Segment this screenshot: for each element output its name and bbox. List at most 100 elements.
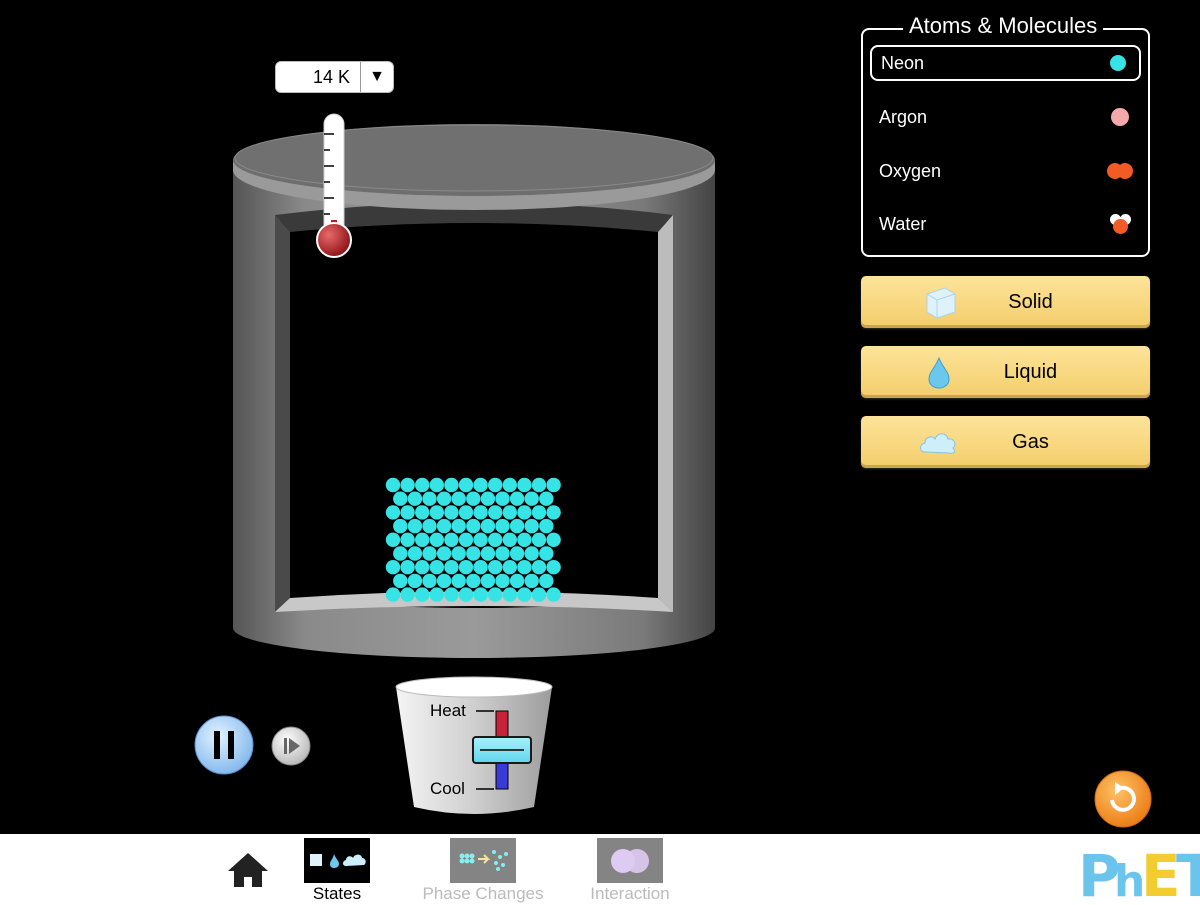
neon-particle [436,573,452,589]
neon-particle [480,573,496,589]
neon-particle [495,518,510,534]
neon-particle [466,491,481,506]
nav-label-interaction: Interaction [590,884,670,903]
neon-particle [546,532,561,547]
neon-particle [509,518,525,534]
neon-particle [415,532,430,547]
neon-particle [436,546,452,561]
neon-particle [458,560,474,575]
neon-particle [415,477,430,493]
neon-particle [546,477,561,493]
neon-particle [385,532,401,547]
neon-particle [466,573,481,589]
svg-text:T: T [1176,842,1200,902]
triangle-down-icon[interactable]: ▼ [361,68,393,86]
neon-particle [531,560,547,575]
neon-particle [400,560,415,575]
neon-particle [488,477,503,493]
neon-particle [531,532,547,547]
neon-particle [393,573,408,589]
neon-particle [422,573,437,589]
neon-particle [466,518,481,534]
reset-all-button[interactable] [1094,770,1152,828]
argon-atom-icon [1107,107,1133,127]
neon-particle [385,560,401,575]
neon-particle [429,477,444,493]
neon-particle [429,532,444,547]
neon-particle [400,532,415,547]
neon-particle [458,505,474,520]
neon-particle [495,546,510,561]
neon-particle [473,587,488,602]
neon-particle [517,587,532,602]
neon-particle [385,587,401,602]
neon-particle [546,505,561,520]
neon-particle [502,587,517,602]
temperature-readout[interactable]: 14 K ▼ [275,61,394,93]
neon-particle [539,573,554,589]
svg-text:E: E [1141,842,1181,902]
neon-particle [473,560,488,575]
heat-cool-slider-knob[interactable] [472,736,532,764]
atom-option-neon[interactable]: Neon [870,45,1141,81]
nav-screen-interaction[interactable]: Interaction [555,836,705,905]
neon-particle [509,491,525,506]
neon-particle [480,491,496,506]
neon-particle [458,532,474,547]
neon-particle [407,573,423,589]
cloud-icon [920,433,956,454]
water-molecule-icon [1107,214,1133,234]
neon-particle [458,477,474,493]
neon-particle [429,505,444,520]
states-screen-icon [304,838,370,883]
nav-screen-phase-changes[interactable]: Phase Changes [408,836,558,905]
neon-particle [473,505,488,520]
neon-particle [451,573,466,589]
neon-particle [385,477,401,493]
phet-logo[interactable]: P h E T [1078,840,1200,902]
neon-atom-icon [1105,53,1131,73]
neon-particle [517,477,532,493]
solid-button[interactable]: Solid [861,276,1150,328]
neon-particle [444,505,459,520]
neon-particle [429,587,444,602]
neon-particle [488,587,503,602]
neon-particle [400,477,415,493]
neon-particle [415,505,430,520]
atom-option-argon[interactable]: Argon [870,99,1141,135]
neon-particle [393,518,408,534]
neon-particle [502,505,517,520]
water-drop-icon [928,356,950,389]
pause-button[interactable] [194,715,254,775]
neon-particle [393,546,408,561]
neon-particle [436,491,452,506]
neon-particle [400,505,415,520]
navigation-bar: States Phase Changes Interaction P h E T [0,834,1200,905]
neon-particle [524,518,539,534]
neon-particle [531,477,547,493]
neon-particle [524,491,539,506]
neon-particle [451,518,466,534]
simulation-area: 14 K ▼ Atoms & Molecules Neon Argon Oxyg… [0,0,1200,834]
nav-screen-states[interactable]: States [262,836,412,905]
neon-particle [385,505,401,520]
step-forward-button[interactable] [271,726,311,766]
atoms-molecules-panel: Atoms & Molecules Neon Argon Oxygen Wate… [861,13,1150,257]
atom-option-oxygen[interactable]: Oxygen [870,153,1141,189]
neon-particle [517,560,532,575]
atom-label: Water [879,213,927,234]
liquid-button[interactable]: Liquid [861,346,1150,398]
neon-particle [502,477,517,493]
oxygen-molecule-icon [1107,161,1133,181]
atoms-panel-title: Atoms & Molecules [903,13,1104,39]
gas-button[interactable]: Gas [861,416,1150,468]
thermometer-icon [316,113,352,258]
atom-option-water[interactable]: Water [870,206,1141,242]
neon-particle [422,518,437,534]
cool-label: Cool [430,779,465,798]
neon-particle [495,491,510,506]
atom-label: Argon [879,106,928,127]
solid-label: Solid [1008,291,1053,313]
neon-particle [517,532,532,547]
neon-particle [517,505,532,520]
